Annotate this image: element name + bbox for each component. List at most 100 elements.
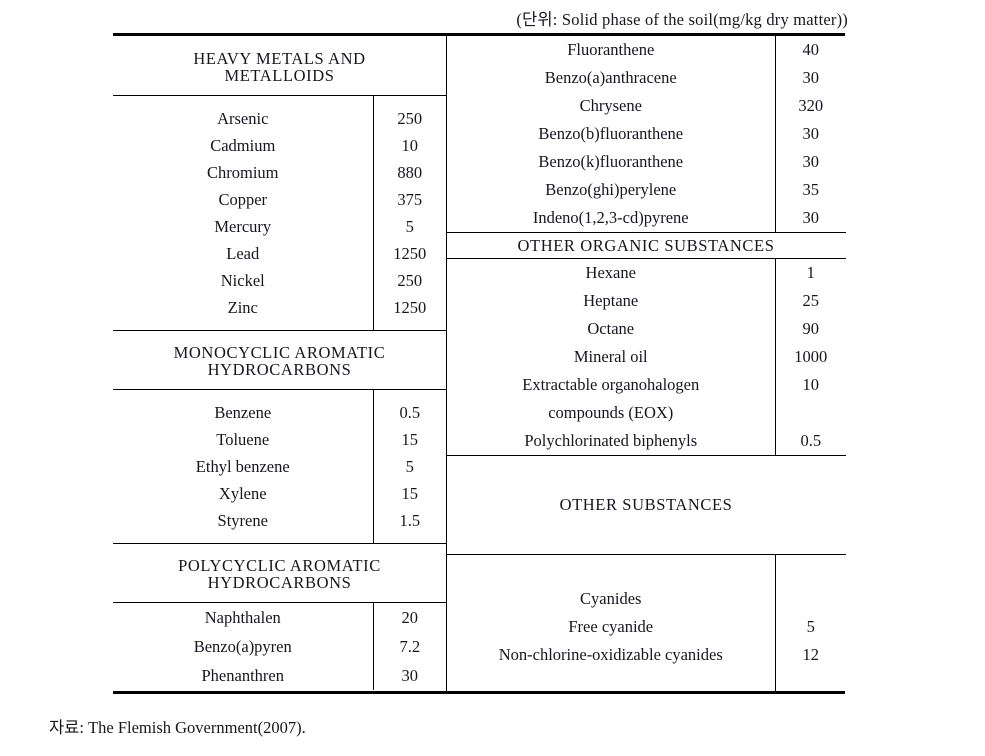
- substance-name: Benzo(a)pyren: [113, 632, 374, 661]
- left-subtable: HEAVY METALS AND METALLOIDS Arsenic 250 …: [113, 37, 446, 690]
- table-row: Mineral oil 1000: [446, 343, 846, 371]
- substance-value: 30: [802, 152, 820, 172]
- substance-value: 250: [397, 270, 423, 290]
- substance-value: 1000: [794, 347, 828, 367]
- substance-name: Lead: [113, 240, 374, 267]
- substance-value: 320: [798, 96, 824, 116]
- spacer: [113, 389, 446, 399]
- substance-name: Styrene: [113, 507, 374, 534]
- substance-name: Hexane: [446, 258, 776, 287]
- spacer: [446, 669, 846, 691]
- table-row: Lead 1250: [113, 240, 446, 267]
- substance-name: Extractable organohalogen: [446, 371, 776, 399]
- right-column: Fluoranthene 40 Benzo(a)anthracene 30 Ch…: [445, 33, 846, 694]
- substance-value: 15: [401, 483, 419, 503]
- substance-value: 1250: [393, 243, 427, 263]
- section-heading-row: OTHER SUBSTANCES: [446, 455, 846, 555]
- substance-value: [776, 585, 846, 613]
- substance-name: Copper: [113, 186, 374, 213]
- substance-value: 1.5: [399, 510, 421, 530]
- source-note: 자료: The Flemish Government(2007).: [49, 718, 306, 737]
- substance-value: 30: [802, 124, 820, 144]
- table-page: (단위: Solid phase of the soil(mg/kg dry m…: [0, 0, 985, 756]
- substance-name: Polychlorinated biphenyls: [446, 427, 776, 456]
- standards-table: HEAVY METALS AND METALLOIDS Arsenic 250 …: [113, 33, 846, 694]
- substance-value: 30: [401, 665, 419, 685]
- substance-value: 90: [802, 319, 820, 339]
- substance-name: Nickel: [113, 267, 374, 294]
- table-row: compounds (EOX): [446, 399, 846, 427]
- substance-value: 0.5: [775, 427, 846, 456]
- substance-value: 12: [802, 645, 820, 665]
- table-row: Free cyanide 5: [446, 613, 846, 641]
- substance-value: 1250: [393, 297, 427, 317]
- substance-name: Free cyanide: [446, 613, 776, 641]
- substance-name: Benzo(k)fluoranthene: [446, 148, 776, 176]
- table-row: Mercury 5: [113, 213, 446, 240]
- substance-name: Ethyl benzene: [113, 453, 374, 480]
- spacer: [113, 321, 446, 331]
- substance-name: Benzo(ghi)perylene: [446, 176, 776, 204]
- substance-name: Benzo(b)fluoranthene: [446, 120, 776, 148]
- table-row: Cyanides: [446, 585, 846, 613]
- substance-value: 10: [802, 375, 820, 395]
- substance-name: Benzene: [113, 399, 374, 426]
- table-row: Nickel 250: [113, 267, 446, 294]
- substance-value: 30: [775, 204, 846, 233]
- table-row: Toluene 15: [113, 426, 446, 453]
- substance-value: [776, 399, 846, 427]
- substance-name: Cadmium: [113, 132, 374, 159]
- left-column: HEAVY METALS AND METALLOIDS Arsenic 250 …: [113, 33, 446, 694]
- substance-value: 7.2: [399, 636, 421, 656]
- heading-line-2: HYDROCARBONS: [207, 573, 352, 592]
- substance-name-continuation: compounds (EOX): [446, 399, 776, 427]
- table-row: Extractable organohalogen 10: [446, 371, 846, 399]
- heading-line-2: HYDROCARBONS: [207, 360, 352, 379]
- substance-name: Non-chlorine-oxidizable cyanides: [446, 641, 776, 669]
- table-row: Benzene 0.5: [113, 399, 446, 426]
- standards-table-wrapper: HEAVY METALS AND METALLOIDS Arsenic 250 …: [113, 33, 846, 694]
- substance-value: 40: [802, 40, 820, 60]
- substance-value: 25: [802, 291, 820, 311]
- table-row: Polychlorinated biphenyls 0.5: [446, 427, 846, 456]
- substance-name: Indeno(1,2,3-cd)pyrene: [446, 204, 776, 233]
- spacer: [113, 95, 446, 105]
- table-row: Benzo(a)anthracene 30: [446, 64, 846, 92]
- right-subtable: Fluoranthene 40 Benzo(a)anthracene 30 Ch…: [446, 36, 846, 691]
- substance-name: Phenanthren: [113, 661, 374, 690]
- table-row: Non-chlorine-oxidizable cyanides 12: [446, 641, 846, 669]
- table-row: Naphthalen 20: [113, 602, 446, 632]
- substance-name: Benzo(a)anthracene: [446, 64, 776, 92]
- heading-line-1: HEAVY METALS AND: [193, 48, 366, 68]
- substance-name: Zinc: [113, 294, 374, 321]
- table-row: Benzo(ghi)perylene 35: [446, 176, 846, 204]
- table-row: Ethyl benzene 5: [113, 453, 446, 480]
- table-row: Arsenic 250: [113, 105, 446, 132]
- heading-polycyclic: POLYCYCLIC AROMATIC HYDROCARBONS: [113, 543, 446, 603]
- substance-value: 30: [802, 68, 820, 88]
- heading-line-2: METALLOIDS: [224, 66, 335, 85]
- section-heading-row: POLYCYCLIC AROMATIC HYDROCARBONS: [113, 543, 446, 603]
- table-row: Benzo(k)fluoranthene 30: [446, 148, 846, 176]
- heading-line-1: POLYCYCLIC AROMATIC: [178, 555, 381, 575]
- substance-value: 35: [802, 180, 820, 200]
- table-row: Fluoranthene 40: [446, 36, 846, 64]
- substance-value: 5: [806, 617, 815, 637]
- section-heading-row: OTHER ORGANIC SUBSTANCES: [446, 232, 846, 259]
- heading-heavy-metals: HEAVY METALS AND METALLOIDS: [113, 37, 446, 96]
- table-row: Cadmium 10: [113, 132, 446, 159]
- heading-line-1: MONOCYCLIC AROMATIC: [173, 342, 386, 362]
- substance-name: Xylene: [113, 480, 374, 507]
- table-row: Benzo(b)fluoranthene 30: [446, 120, 846, 148]
- substance-value: 880: [397, 162, 423, 182]
- table-row: Indeno(1,2,3-cd)pyrene 30: [446, 204, 846, 233]
- substance-value: 0.5: [399, 402, 421, 422]
- substance-name: Fluoranthene: [446, 36, 776, 64]
- substance-name: Chrysene: [446, 92, 776, 120]
- spacer: [113, 534, 446, 544]
- section-heading-row: HEAVY METALS AND METALLOIDS: [113, 37, 446, 96]
- substance-value: 375: [397, 189, 423, 209]
- section-heading-row: MONOCYCLIC AROMATIC HYDROCARBONS: [113, 330, 446, 390]
- spacer: [446, 554, 846, 585]
- substance-name: Toluene: [113, 426, 374, 453]
